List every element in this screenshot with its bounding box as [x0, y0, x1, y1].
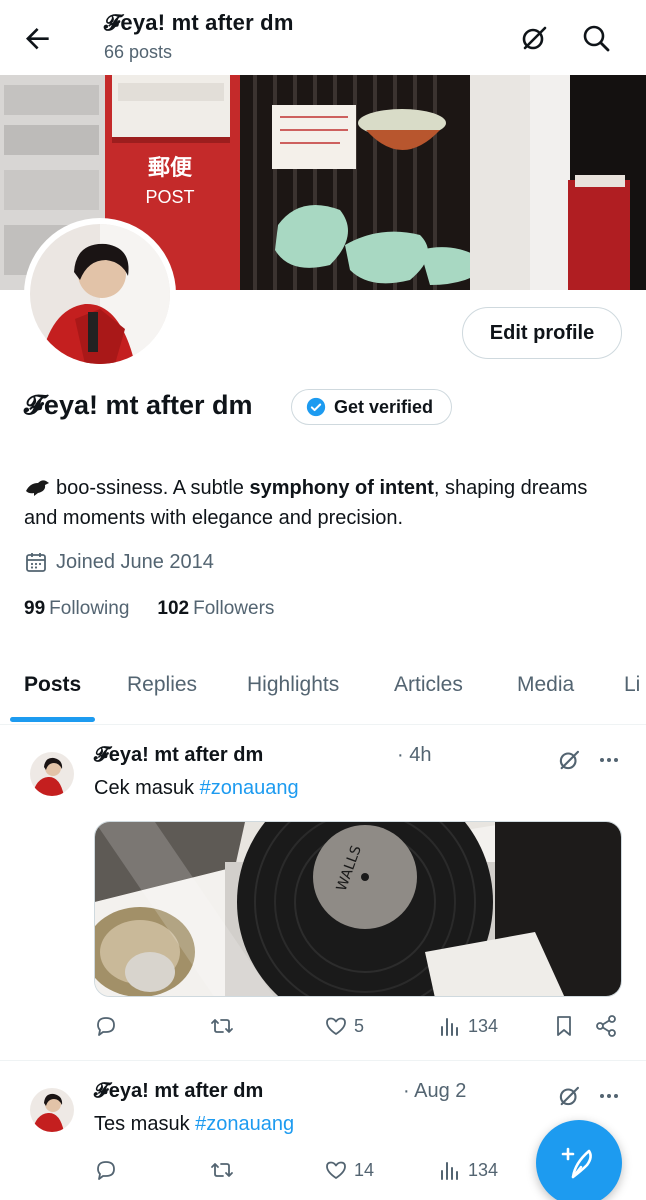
grok-icon[interactable]: [518, 22, 550, 54]
profile-bio: boo-ssiness. A subtle symphony of intent…: [24, 477, 588, 529]
header-title: 𝓕eya! mt after dm: [104, 10, 294, 35]
reply-icon: [97, 1161, 115, 1180]
bookmark-icon: [557, 1016, 571, 1036]
tab-articles[interactable]: Articles: [394, 673, 463, 697]
share-icon: [596, 1015, 616, 1037]
reply-button[interactable]: [94, 1158, 118, 1182]
tab-posts[interactable]: Posts: [24, 673, 81, 697]
post-divider: [0, 1060, 646, 1061]
svg-text:POST: POST: [145, 187, 194, 207]
post-time[interactable]: · 4h: [397, 744, 431, 767]
repost-button[interactable]: [210, 1014, 234, 1038]
views-button[interactable]: 134: [438, 1158, 498, 1182]
view-count: 134: [468, 1015, 499, 1036]
header-post-count: 66 posts: [104, 42, 173, 62]
share-button[interactable]: [594, 1014, 618, 1038]
verified-badge-icon: [306, 397, 326, 417]
reply-button[interactable]: [94, 1014, 118, 1038]
views-icon: [441, 1162, 458, 1180]
repost-icon: [211, 1163, 233, 1177]
post-text: Cek masuk #zonauang: [94, 777, 299, 799]
grok-icon[interactable]: [556, 1083, 582, 1109]
more-options-icon[interactable]: [596, 1083, 622, 1109]
repost-icon: [211, 1019, 233, 1033]
like-count: 5: [354, 1015, 365, 1036]
active-tab-indicator: [10, 717, 95, 722]
back-arrow-icon[interactable]: [22, 22, 54, 54]
like-count: 14: [354, 1159, 375, 1180]
like-button[interactable]: 5: [324, 1014, 364, 1038]
view-count: 134: [468, 1159, 499, 1180]
tab-highlights[interactable]: Highlights: [247, 673, 339, 697]
heart-icon: [326, 1017, 346, 1035]
following-link[interactable]: 99 Following: [24, 598, 129, 620]
follow-stats: 99 Following 102 Followers: [24, 598, 274, 620]
get-verified-label: Get verified: [334, 396, 434, 417]
repost-button[interactable]: [210, 1158, 234, 1182]
post-avatar[interactable]: [30, 752, 74, 796]
edit-profile-button[interactable]: Edit profile: [462, 307, 622, 359]
post-author[interactable]: 𝓕eya! mt after dm: [94, 744, 263, 767]
post-text: Tes masuk #zonauang: [94, 1113, 295, 1135]
crow-icon: [26, 480, 49, 496]
get-verified-button[interactable]: Get verified: [291, 389, 453, 425]
more-options-icon[interactable]: [596, 747, 622, 773]
calendar-icon: [26, 553, 46, 572]
profile-avatar[interactable]: [24, 218, 176, 370]
post-avatar[interactable]: [30, 1088, 74, 1132]
post-image[interactable]: WALLS: [94, 821, 622, 997]
hashtag-link[interactable]: #zonauang: [195, 1113, 294, 1135]
top-bar: 𝓕eya! mt after dm 66 posts: [0, 0, 646, 75]
heart-icon: [326, 1161, 346, 1179]
reply-icon: [97, 1017, 115, 1036]
svg-text:郵便: 郵便: [148, 156, 193, 181]
search-icon[interactable]: [580, 22, 612, 54]
views-icon: [441, 1018, 458, 1036]
grok-icon[interactable]: [556, 747, 582, 773]
compose-icon: [561, 1147, 592, 1179]
post-time[interactable]: · Aug 2: [403, 1080, 466, 1103]
post-author[interactable]: 𝓕eya! mt after dm: [94, 1080, 263, 1103]
followers-link[interactable]: 102 Followers: [157, 598, 274, 620]
hashtag-link[interactable]: #zonauang: [200, 777, 299, 799]
tab-likes[interactable]: Li: [624, 673, 640, 697]
post-actions: 5 134: [94, 1014, 624, 1044]
profile-name: 𝓕eya! mt after dm: [24, 390, 253, 420]
tab-replies[interactable]: Replies: [127, 673, 197, 697]
profile-tabs: Posts Replies Highlights Articles Media …: [0, 655, 646, 725]
views-button[interactable]: 134: [438, 1014, 498, 1038]
like-button[interactable]: 14: [324, 1158, 374, 1182]
tab-media[interactable]: Media: [517, 673, 574, 697]
compose-post-button[interactable]: [536, 1120, 622, 1200]
bookmark-button[interactable]: [552, 1014, 576, 1038]
joined-date: Joined June 2014: [24, 550, 214, 574]
